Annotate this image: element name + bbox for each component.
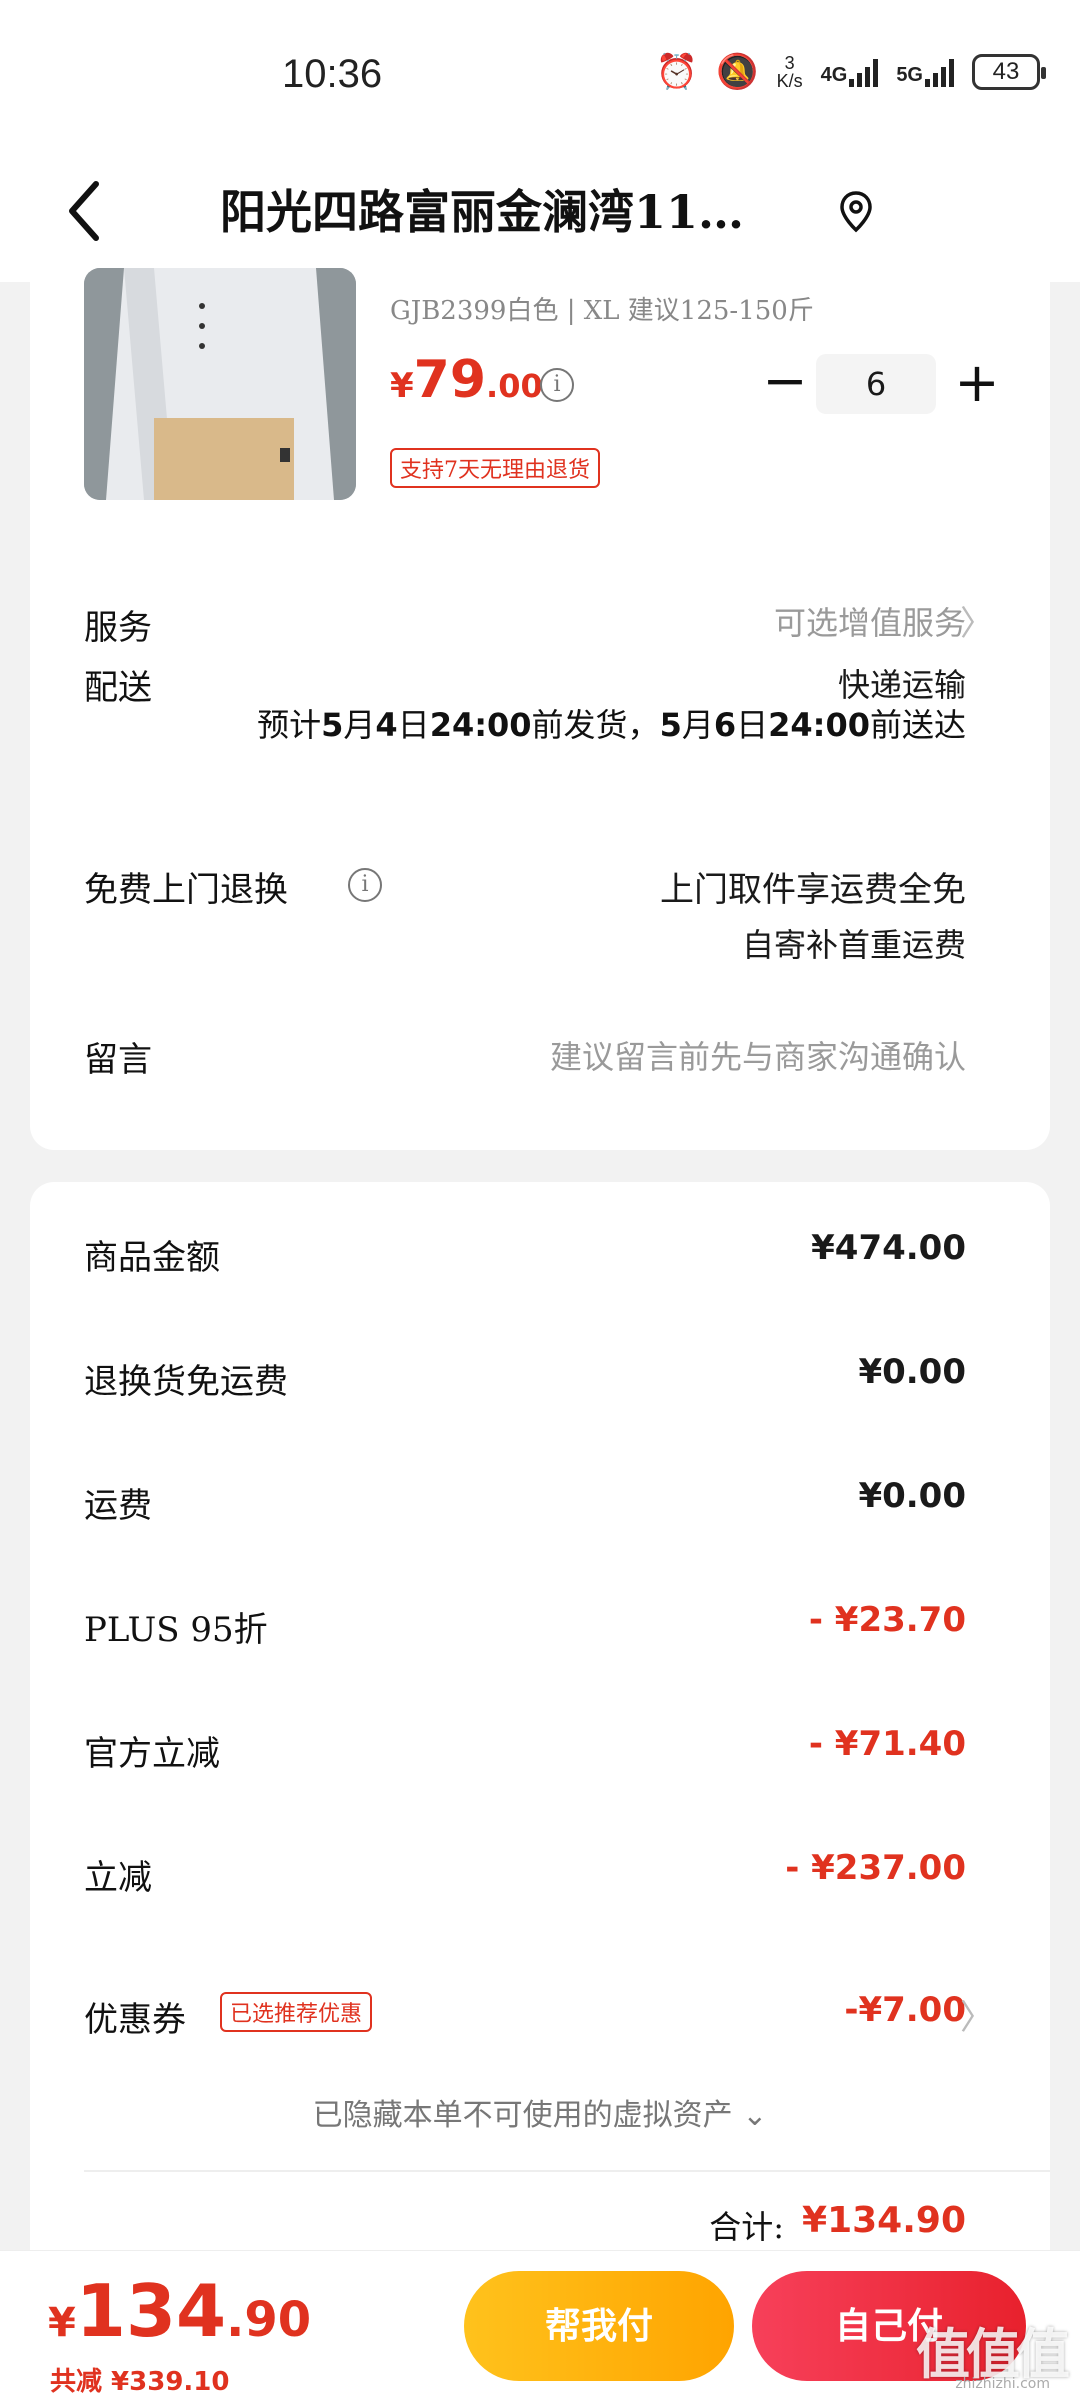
coupon-amount[interactable]: -¥7.00 xyxy=(844,1990,966,2030)
signal-bars-icon xyxy=(849,57,879,87)
product-image[interactable] xyxy=(84,268,356,500)
delivery-label: 配送 xyxy=(84,668,152,708)
price-info-icon[interactable]: i xyxy=(540,368,574,402)
summary-row-label: 退换货免运费 xyxy=(84,1362,288,1402)
location-pin-icon[interactable] xyxy=(838,190,874,234)
free-return-value: 上门取件享运费全免 xyxy=(660,870,966,910)
help-pay-button[interactable]: 帮我付 xyxy=(464,2271,734,2381)
summary-row-label: 运费 xyxy=(84,1486,152,1526)
total-label: 合计: xyxy=(709,2208,784,2246)
product-spec: GJB2399白色 | XL 建议125-150斤 xyxy=(390,296,814,326)
signal-5g: 5G xyxy=(896,57,954,87)
quantity-input[interactable]: 6 xyxy=(816,354,936,414)
message-input[interactable]: 建议留言前先与商家沟通确认 xyxy=(550,1032,966,1078)
chevron-down-icon: ⌄ xyxy=(742,2098,768,2133)
summary-row-label: 官方立减 xyxy=(84,1734,220,1774)
battery-icon: 43 xyxy=(972,54,1046,90)
chevron-left-icon[interactable] xyxy=(56,176,116,246)
coupon-tag: 已选推荐优惠 xyxy=(220,1992,373,2032)
divider xyxy=(84,2170,1050,2172)
delivery-estimate: 预计5月4日24:00前发货，5月6日24:00前送达 xyxy=(257,706,966,744)
signal-4g: 4G xyxy=(821,57,879,87)
free-return-info-icon[interactable]: i xyxy=(348,868,382,902)
alarm-icon: ⏰ xyxy=(655,53,699,91)
coupon-label: 优惠券 xyxy=(84,2000,186,2040)
free-return-sub: 自寄补首重运费 xyxy=(741,926,966,964)
summary-row-amount: - ¥71.40 xyxy=(808,1724,966,1764)
return-policy-badge: 支持7天无理由退货 xyxy=(390,448,600,488)
status-bar: 10:36 ⏰ 🔕 3 K/s 4G 5G 43 xyxy=(0,0,1080,140)
summary-row-amount: ¥0.00 xyxy=(858,1352,966,1392)
chevron-right-icon[interactable]: 〉 xyxy=(960,1990,994,2039)
chevron-right-icon[interactable]: 〉 xyxy=(960,596,994,645)
message-label: 留言 xyxy=(84,1040,152,1080)
summary-row-amount: - ¥23.70 xyxy=(808,1600,966,1640)
quantity-increase-button[interactable]: + xyxy=(952,356,1002,410)
free-return-label: 免费上门退换 xyxy=(84,870,288,910)
quantity-decrease-button[interactable]: − xyxy=(760,354,810,410)
summary-row-amount: ¥0.00 xyxy=(858,1476,966,1516)
saved-amount: 共减 ¥339.10 xyxy=(50,2367,230,2397)
watermark-url: zhizhizhi.com xyxy=(955,2376,1050,2392)
summary-row-label: 商品金额 xyxy=(84,1238,220,1278)
order-item-card: GJB2399白色 | XL 建议125-150斤 ¥79.00 i − 6 +… xyxy=(30,250,1050,1150)
summary-row-label: PLUS 95折 xyxy=(84,1610,268,1650)
hidden-assets-toggle[interactable]: 已隐藏本单不可使用的虚拟资产 ⌄ xyxy=(30,2090,1050,2134)
summary-row-amount: - ¥237.00 xyxy=(785,1848,966,1888)
unit-price: ¥79.00 xyxy=(390,350,543,410)
signal-bars-icon xyxy=(925,57,954,87)
summary-row-amount: ¥474.00 xyxy=(811,1228,966,1268)
price-summary-card: 商品金额 ¥474.00 退换货免运费 ¥0.00 运费 ¥0.00 PLUS 95折 - ¥… xyxy=(30,1182,1050,2282)
total-amount: ¥134.90 xyxy=(802,2200,966,2241)
service-value[interactable]: 可选增值服务 xyxy=(774,598,966,644)
mute-bell-icon: 🔕 xyxy=(716,53,759,91)
pay-total: ¥134.90 xyxy=(48,2269,312,2353)
network-speed: 3 K/s xyxy=(776,53,803,91)
address-title[interactable]: 阳光四路富丽金澜湾11… xyxy=(220,176,810,242)
status-icons: ⏰ 🔕 3 K/s 4G 5G 43 xyxy=(655,52,1046,92)
summary-row-label: 立减 xyxy=(84,1858,152,1898)
status-time: 10:36 xyxy=(282,52,383,96)
